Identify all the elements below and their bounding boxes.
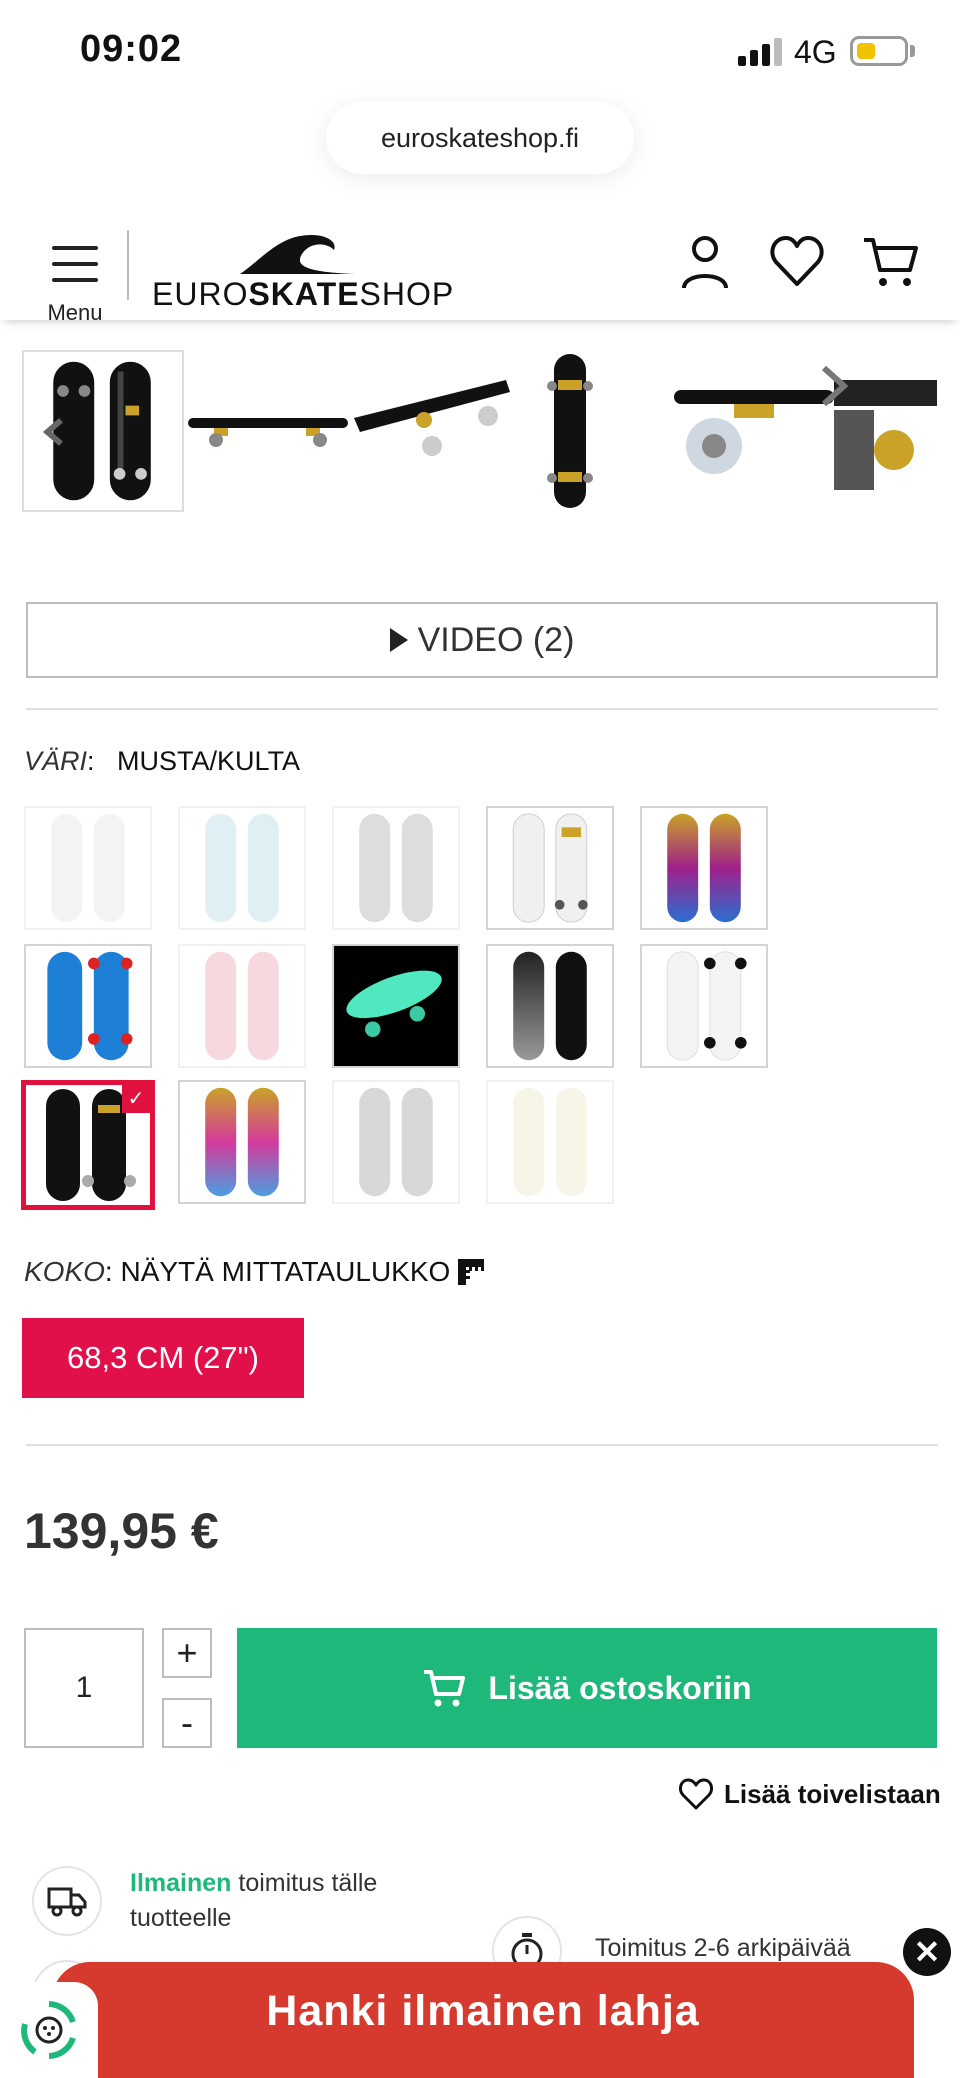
color-swatch-gold-pink[interactable] — [178, 1080, 306, 1204]
add-to-cart-button[interactable]: Lisää ostoskoriin — [237, 1628, 937, 1748]
network-label: 4G — [794, 34, 837, 70]
logo-text: EUROSKATESHOP — [152, 276, 454, 313]
heart-icon — [679, 1778, 713, 1810]
site-logo[interactable]: EUROSKATESHOP — [148, 224, 453, 314]
size-option-label: 68,3 CM (27") — [67, 1340, 259, 1375]
truck-icon — [47, 1887, 87, 1917]
heart-icon[interactable] — [768, 232, 826, 290]
site-header: Menu EUROSKATESHOP — [0, 210, 960, 325]
color-swatch-white[interactable] — [24, 806, 152, 930]
recycle-gift-icon — [21, 2001, 76, 2059]
color-swatch-black-chrome[interactable] — [486, 944, 614, 1068]
account-icon[interactable] — [676, 232, 734, 290]
size-option-selected[interactable]: 68,3 CM (27") — [22, 1318, 304, 1398]
close-promo-button[interactable]: ✕ — [903, 1928, 951, 1976]
color-value: MUSTA/KULTA — [117, 746, 301, 776]
menu-button[interactable]: Menu — [44, 228, 106, 325]
cart-icon — [424, 1670, 466, 1707]
delivery-time-text: Toimitus 2-6 arkipäivää — [595, 1934, 851, 1962]
check-icon: ✓ — [122, 1085, 150, 1113]
video-button[interactable]: VIDEO (2) — [26, 602, 938, 678]
color-swatch-pink[interactable] — [178, 944, 306, 1068]
size-label: KOKO — [24, 1256, 105, 1287]
delivery-truck-badge — [32, 1866, 102, 1936]
color-swatch-blue[interactable] — [24, 944, 152, 1068]
color-selection-label: VÄRI: MUSTA/KULTA — [24, 746, 301, 776]
status-time: 09:02 — [80, 28, 183, 70]
color-swatch-white-gold[interactable] — [486, 806, 614, 930]
promo-banner[interactable]: Hanki ilmainen lahja — [52, 1962, 914, 2078]
color-swatch-black-gold-selected[interactable]: ✓ — [21, 1080, 155, 1210]
color-swatch-silver[interactable] — [332, 1080, 460, 1204]
gallery-thumb-4[interactable] — [674, 350, 937, 512]
size-chart-link[interactable]: NÄYTÄ MITTATAULUKKO — [120, 1256, 450, 1288]
logo-text-shop: SHOP — [359, 276, 455, 312]
product-price: 139,95 € — [24, 1503, 219, 1559]
wave-logo-icon — [240, 234, 356, 274]
color-swatch-rainbow[interactable] — [640, 806, 768, 930]
color-swatch-light-blue[interactable] — [178, 806, 306, 930]
status-bar: 09:02 4G — [0, 0, 960, 100]
quantity-input[interactable]: 1 — [24, 1628, 144, 1748]
url-text: euroskateshop.fi — [380, 122, 580, 153]
free-shipping-text: Ilmainen toimitus tälle tuotteelle — [130, 1866, 430, 1936]
size-selection-label: KOKO: NÄYTÄ MITTATAULUKKO — [24, 1256, 486, 1288]
color-label: VÄRI — [24, 746, 88, 776]
battery-icon — [850, 36, 908, 66]
promo-gift-badge[interactable] — [0, 1982, 98, 2078]
quantity-value: 1 — [75, 1671, 93, 1704]
ruler-icon — [458, 1259, 485, 1285]
hamburger-icon — [52, 246, 98, 282]
divider — [26, 708, 938, 710]
play-icon — [389, 628, 408, 652]
quantity-plus-button[interactable]: + — [162, 1628, 212, 1678]
divider — [26, 1444, 938, 1446]
logo-text-skate: SKATE — [248, 276, 360, 312]
color-swatch-white-black[interactable] — [640, 944, 768, 1068]
promo-label: Hanki ilmainen lahja — [266, 1986, 700, 2035]
color-swatch-glow[interactable] — [332, 944, 460, 1068]
menu-label: Menu — [47, 300, 103, 325]
color-swatch-grey[interactable] — [332, 806, 460, 930]
gallery-thumb-1[interactable] — [22, 350, 184, 512]
add-to-cart-label: Lisää ostoskoriin — [488, 1669, 752, 1706]
video-label: VIDEO (2) — [417, 620, 575, 659]
gallery-thumb-3[interactable] — [516, 350, 624, 512]
signal-icon — [738, 38, 782, 66]
cart-icon[interactable] — [862, 232, 920, 290]
url-bar[interactable]: euroskateshop.fi — [326, 102, 634, 174]
quantity-minus-button[interactable]: - — [162, 1698, 212, 1748]
add-to-wishlist-link[interactable]: Lisää toivelistaan — [678, 1778, 941, 1810]
free-shipping-accent: Ilmainen — [130, 1869, 232, 1897]
color-swatch-cream[interactable] — [486, 1080, 614, 1204]
gallery-thumb-2[interactable] — [184, 350, 514, 512]
close-icon: ✕ — [913, 1934, 941, 1970]
logo-text-euro: EURO — [152, 276, 249, 312]
wishlist-label: Lisää toivelistaan — [724, 1778, 941, 1809]
battery-cap — [910, 45, 915, 57]
product-gallery[interactable] — [22, 350, 937, 515]
header-divider — [127, 230, 129, 300]
